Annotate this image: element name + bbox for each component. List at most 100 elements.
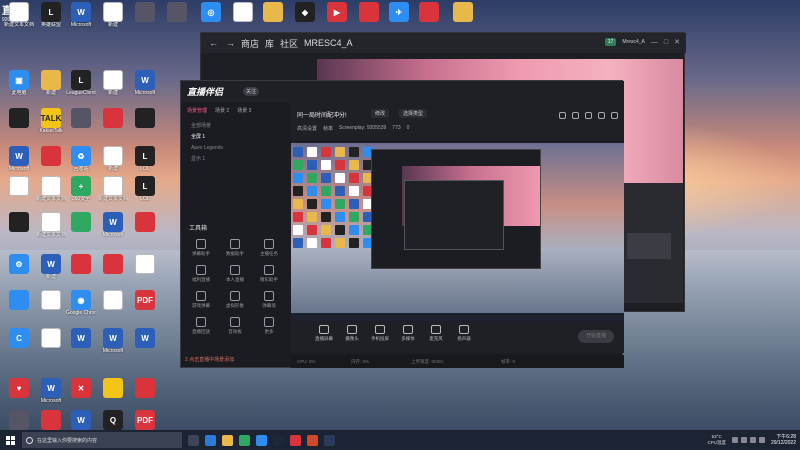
chevron-up-icon[interactable]	[731, 437, 738, 443]
edit-title-button[interactable]: 修改	[371, 109, 390, 118]
start-button[interactable]	[0, 430, 20, 450]
tool-button[interactable]: 弹幕助手	[185, 239, 217, 257]
desktop-icon[interactable]: ◉Google Chrome	[66, 290, 96, 330]
steam-icon[interactable]	[273, 434, 284, 446]
desktop-icon[interactable]	[130, 2, 160, 42]
gift-icon[interactable]	[559, 112, 566, 119]
control-button[interactable]: 手机投屏	[367, 325, 393, 342]
desktop-icon[interactable]: +360安全	[66, 176, 96, 216]
scene-item[interactable]: 显示 1	[185, 154, 280, 165]
desktop-icon[interactable]	[98, 290, 128, 330]
explorer-icon[interactable]	[222, 434, 233, 446]
maximize-icon[interactable]: □	[664, 39, 668, 46]
app-icon[interactable]	[290, 434, 301, 446]
desktop-icon[interactable]	[36, 328, 66, 368]
edge-icon[interactable]	[205, 434, 216, 446]
notification-badge[interactable]: 17	[604, 38, 617, 46]
tool-button[interactable]: 精彩助手	[253, 265, 285, 283]
close-icon[interactable]: ✕	[674, 38, 680, 46]
desktop-icon[interactable]	[130, 212, 160, 252]
desktop-icon[interactable]: 新建文本文档	[98, 176, 128, 216]
chart-icon[interactable]	[572, 112, 579, 119]
wechat-icon[interactable]	[239, 434, 250, 446]
app2-icon[interactable]	[307, 434, 318, 446]
desktop-icon[interactable]: L 英雄联盟	[36, 2, 66, 42]
control-button[interactable]: 扬声器	[451, 325, 477, 342]
settings-icon[interactable]	[598, 112, 605, 119]
tab-community[interactable]: 社区	[280, 37, 298, 50]
desktop-icon[interactable]: WMicrosoft	[130, 70, 160, 110]
side-card[interactable]	[627, 233, 671, 259]
tool-button[interactable]: 游戏弹幕	[185, 291, 217, 309]
tool-button[interactable]: 虚拟形象	[219, 291, 251, 309]
desktop-icon[interactable]: ▣ 此电脑	[4, 70, 34, 110]
task-view-icon[interactable]	[188, 434, 199, 446]
desktop-icon[interactable]	[4, 290, 34, 330]
stat[interactable]: 帧率	[323, 125, 333, 132]
scene-item[interactable]: 全屏 1	[185, 132, 280, 143]
desktop-icon[interactable]	[130, 108, 160, 148]
desktop-icon[interactable]: TALK KakaoTalk	[36, 108, 66, 148]
app3-icon[interactable]	[324, 434, 335, 446]
desktop-icon[interactable]: WMicrosoft	[98, 328, 128, 368]
share-icon[interactable]	[611, 112, 618, 119]
desktop-icon[interactable]: 新建文本文档	[4, 2, 34, 42]
desktop-icon[interactable]	[98, 254, 128, 294]
forward-button[interactable]: →	[226, 38, 235, 48]
clock[interactable]: 下午6:28 29/12/2022	[771, 434, 796, 446]
scene-item[interactable]: Apex Legends	[185, 143, 280, 154]
account-name[interactable]: Mresc4_A	[622, 39, 645, 45]
desktop-icon[interactable]	[66, 108, 96, 148]
desktop-icon[interactable]: W 新建	[36, 254, 66, 294]
desktop-icon[interactable]: W	[66, 328, 96, 368]
tab-store[interactable]: 商店	[241, 37, 259, 50]
desktop-icon[interactable]: PDF	[130, 290, 160, 330]
start-live-button[interactable]: 开始直播	[578, 330, 614, 343]
brand-badge[interactable]: 关注	[243, 87, 260, 96]
stream-title[interactable]: 同一局时间配冲分!	[297, 110, 347, 119]
input-method-icon[interactable]	[758, 437, 765, 443]
desktop-icon[interactable]	[66, 254, 96, 294]
taskbar-search[interactable]: 在这里输入你要搜索的内容	[22, 432, 182, 448]
cpu-temp-widget[interactable]: 63°C CPU温度	[707, 434, 726, 446]
tab-scene-3[interactable]: 场景 3	[237, 107, 251, 114]
back-button[interactable]: ←	[209, 38, 218, 48]
desktop-icon[interactable]: L LOL	[130, 176, 160, 216]
tool-button[interactable]: 直播回放	[185, 317, 217, 335]
desktop-icon[interactable]: WMicrosoft	[66, 2, 96, 42]
tool-button[interactable]: 音效板	[219, 317, 251, 335]
tool-button[interactable]: 弹幕墙	[253, 291, 285, 309]
tool-button[interactable]: 福利直播	[185, 265, 217, 283]
desktop-icon[interactable]: ⚙	[4, 254, 34, 294]
desktop-icon[interactable]	[4, 108, 34, 148]
desktop-icon[interactable]	[162, 2, 192, 42]
desktop-icon[interactable]: 新建文本文档	[36, 176, 66, 216]
desktop-icon[interactable]	[98, 108, 128, 148]
desktop-icon[interactable]: WMicrosoft	[98, 212, 128, 252]
desktop-icon[interactable]: 新建文本文档	[36, 212, 66, 252]
desktop-icon[interactable]	[66, 212, 96, 252]
scene-item[interactable]: 全部场景	[185, 121, 280, 132]
tab-scene-manager[interactable]: 场景管理	[187, 107, 207, 114]
control-button[interactable]: 多媒体	[395, 325, 421, 342]
profile-name-tab[interactable]: MRESC4_A	[304, 38, 353, 48]
control-button[interactable]: 麦克风	[423, 325, 449, 342]
desktop-icon[interactable]	[36, 290, 66, 330]
control-button[interactable]: 摄像头	[339, 325, 365, 342]
volume-icon[interactable]	[749, 437, 756, 443]
desktop-icon[interactable]	[130, 254, 160, 294]
qq-icon[interactable]	[256, 434, 267, 446]
tab-library[interactable]: 库	[265, 37, 274, 50]
tool-button[interactable]: 主播任务	[253, 239, 285, 257]
desktop-icon[interactable]: 新建	[36, 70, 66, 110]
desktop-icon[interactable]: C	[4, 328, 34, 368]
tab-scene-2[interactable]: 场景 2	[215, 107, 229, 114]
network-icon[interactable]	[740, 437, 747, 443]
desktop-icon[interactable]: 新建	[98, 2, 128, 42]
desktop-icon[interactable]: W	[130, 328, 160, 368]
desktop-icon[interactable]	[4, 176, 34, 216]
desktop-icon[interactable]: 新建	[98, 70, 128, 110]
tool-button[interactable]: 数据助手	[219, 239, 251, 257]
tool-button[interactable]: 本人直播	[219, 265, 251, 283]
minimize-icon[interactable]: —	[651, 39, 658, 46]
